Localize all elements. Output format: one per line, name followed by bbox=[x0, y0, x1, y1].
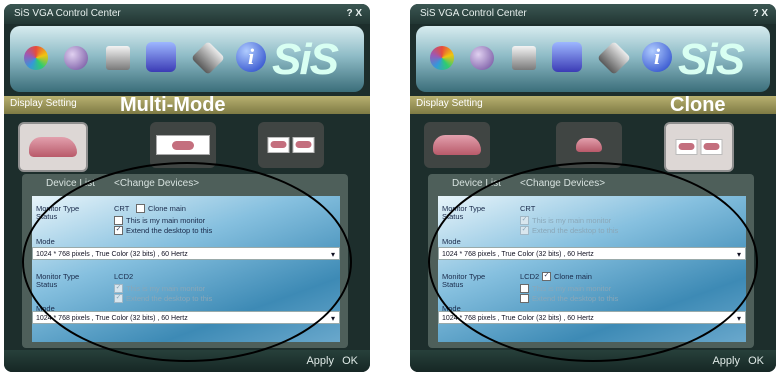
mode-select[interactable]: 1024 * 768 pixels , True Color (32 bits)… bbox=[32, 247, 340, 260]
monitor-type-value: CRT bbox=[520, 204, 536, 213]
info-icon[interactable]: i bbox=[642, 42, 672, 72]
single-mode-button[interactable] bbox=[18, 122, 88, 172]
mode-value: 1024 * 768 pixels , True Color (32 bits)… bbox=[36, 251, 188, 258]
extend-desktop-checkbox[interactable] bbox=[520, 294, 529, 303]
clone-main-label: Clone main bbox=[148, 204, 186, 213]
main-monitor-label: This is my main monitor bbox=[126, 284, 206, 293]
diamond-icon[interactable] bbox=[597, 41, 631, 75]
extend-desktop-label: Extend the desktop to this bbox=[126, 294, 213, 303]
title-controls[interactable]: ? X bbox=[346, 4, 362, 24]
display-settings-icon[interactable] bbox=[552, 42, 582, 72]
multi-mode-button[interactable] bbox=[556, 122, 622, 168]
chevron-down-icon: ▾ bbox=[330, 314, 335, 323]
mode-label: Mode bbox=[36, 237, 55, 246]
apply-button[interactable]: Apply bbox=[306, 350, 334, 372]
vga-control-window-clone: SiS VGA Control Center ? X i SiS Display… bbox=[410, 4, 776, 372]
tools-icon[interactable] bbox=[64, 46, 88, 70]
window-title: SiS VGA Control Center bbox=[14, 8, 121, 19]
chevron-down-icon: ▾ bbox=[736, 314, 741, 323]
display-settings-icon[interactable] bbox=[146, 42, 176, 72]
display-setting-label: Display Setting bbox=[416, 98, 483, 109]
clone-main-checkbox[interactable]: ✓ bbox=[542, 272, 551, 281]
status-bar: Apply OK bbox=[410, 350, 776, 372]
clone-main-label: Clone main bbox=[554, 272, 592, 281]
extend-desktop-label: Extend the desktop to this bbox=[532, 226, 619, 235]
main-monitor-label: This is my main monitor bbox=[126, 216, 206, 225]
vga-control-window-multimode: SiS VGA Control Center ? X i SiS Display… bbox=[4, 4, 370, 372]
device-list: Monitor Type Status CRT ✓ This is my mai… bbox=[438, 196, 746, 342]
icon-toolbar: i SiS bbox=[416, 26, 770, 92]
car-icon bbox=[433, 135, 481, 155]
mode-value: 1024 * 768 pixels , True Color (32 bits)… bbox=[36, 315, 188, 322]
device-panel: Device List <Change Devices> Monitor Typ… bbox=[428, 174, 754, 348]
multi-mode-annotation: Multi-Mode bbox=[120, 94, 226, 116]
multi-mode-button[interactable] bbox=[150, 122, 216, 168]
change-devices-link[interactable]: <Change Devices> bbox=[520, 178, 605, 189]
sis-logo: SiS bbox=[678, 35, 745, 84]
monitor-icon[interactable] bbox=[512, 46, 536, 70]
tools-icon[interactable] bbox=[470, 46, 494, 70]
monitor-type-value: CRT bbox=[114, 204, 130, 213]
title-bar: SiS VGA Control Center ? X bbox=[4, 4, 370, 24]
color-icon[interactable] bbox=[430, 46, 454, 70]
main-monitor-checkbox: ✓ bbox=[114, 284, 123, 293]
device-panel: Device List <Change Devices> Monitor Typ… bbox=[22, 174, 348, 348]
window-title: SiS VGA Control Center bbox=[420, 8, 527, 19]
single-mode-button[interactable] bbox=[424, 122, 490, 168]
clone-main-checkbox[interactable] bbox=[136, 204, 145, 213]
diamond-icon[interactable] bbox=[191, 41, 225, 75]
mode-label: Mode bbox=[442, 237, 461, 246]
clone-mode-button[interactable] bbox=[664, 122, 734, 172]
main-monitor-label: This is my main monitor bbox=[532, 284, 612, 293]
extend-desktop-label: Extend the desktop to this bbox=[532, 294, 619, 303]
main-monitor-checkbox[interactable] bbox=[520, 284, 529, 293]
chevron-down-icon: ▾ bbox=[736, 250, 741, 259]
monitor-type-value: LCD2 bbox=[114, 272, 134, 281]
clone-mode-button[interactable] bbox=[258, 122, 324, 168]
main-monitor-checkbox[interactable] bbox=[114, 216, 123, 225]
ok-button[interactable]: OK bbox=[342, 350, 358, 372]
clone-annotation: Clone bbox=[670, 94, 726, 116]
device-list-label: Device List bbox=[46, 178, 95, 189]
sis-logo: SiS bbox=[272, 35, 339, 84]
apply-button[interactable]: Apply bbox=[712, 350, 740, 372]
mode-select[interactable]: 1024 * 768 pixels , True Color (32 bits)… bbox=[438, 311, 746, 324]
car-icon bbox=[29, 137, 77, 157]
monitor-icon[interactable] bbox=[106, 46, 130, 70]
status-label: Status bbox=[442, 212, 464, 221]
car-icon bbox=[576, 138, 602, 152]
extend-desktop-label: Extend the desktop to this bbox=[126, 226, 213, 235]
main-monitor-checkbox: ✓ bbox=[520, 216, 529, 225]
change-devices-link[interactable]: <Change Devices> bbox=[114, 178, 199, 189]
status-label: Status bbox=[36, 280, 58, 289]
title-controls[interactable]: ? X bbox=[752, 4, 768, 24]
mode-value: 1024 * 768 pixels , True Color (32 bits)… bbox=[442, 251, 594, 258]
mode-value: 1024 * 768 pixels , True Color (32 bits)… bbox=[442, 315, 594, 322]
status-label: Status bbox=[442, 280, 464, 289]
info-icon[interactable]: i bbox=[236, 42, 266, 72]
title-bar: SiS VGA Control Center ? X bbox=[410, 4, 776, 24]
extend-desktop-checkbox[interactable]: ✓ bbox=[114, 226, 123, 235]
color-icon[interactable] bbox=[24, 46, 48, 70]
status-bar: Apply OK bbox=[4, 350, 370, 372]
extend-desktop-checkbox: ✓ bbox=[520, 226, 529, 235]
monitor-type-value: LCD2 bbox=[520, 272, 540, 281]
status-label: Status bbox=[36, 212, 58, 221]
mode-select[interactable]: 1024 * 768 pixels , True Color (32 bits)… bbox=[438, 247, 746, 260]
main-monitor-label: This is my main monitor bbox=[532, 216, 612, 225]
device-list: Monitor Type Status CRT Clone main This … bbox=[32, 196, 340, 342]
ok-button[interactable]: OK bbox=[748, 350, 764, 372]
dual-car-icon bbox=[675, 139, 723, 155]
icon-toolbar: i SiS bbox=[10, 26, 364, 92]
mode-select[interactable]: 1024 * 768 pixels , True Color (32 bits)… bbox=[32, 311, 340, 324]
device-list-label: Device List bbox=[452, 178, 501, 189]
dual-car-icon bbox=[267, 137, 315, 153]
extend-desktop-checkbox: ✓ bbox=[114, 294, 123, 303]
chevron-down-icon: ▾ bbox=[330, 250, 335, 259]
wide-desktop-icon bbox=[156, 135, 210, 155]
display-setting-label: Display Setting bbox=[10, 98, 77, 109]
